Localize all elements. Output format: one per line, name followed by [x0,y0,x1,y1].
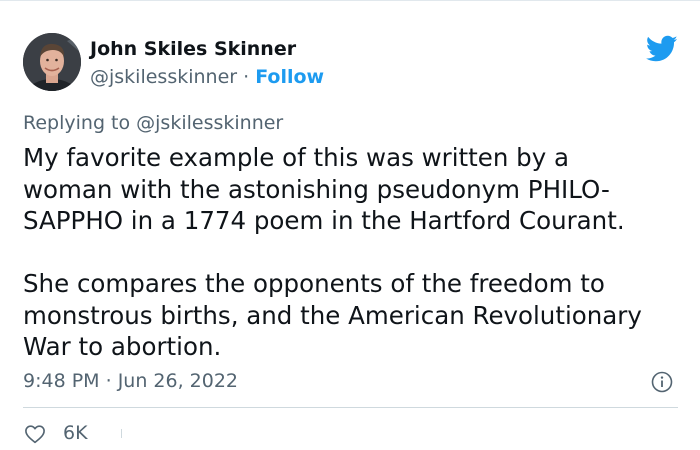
replying-to-handle[interactable]: @jskilesskinner [136,112,283,134]
author-name[interactable]: John Skiles Skinner [90,38,296,60]
handle-separator: · [237,66,256,88]
tweet-time: 9:48 PM [23,370,100,392]
tweet-date: Jun 26, 2022 [117,370,239,392]
tweet-line: She compares the opponents of the freedo… [23,269,605,298]
tweet-line: woman with the astonishing pseudonym PHI… [23,174,610,204]
divider [23,407,678,408]
avatar[interactable] [23,33,81,91]
tweet-timestamp[interactable]: 9:48 PM · Jun 26, 2022 [23,370,238,392]
heart-icon[interactable] [24,424,46,444]
tweet-line: monstrous births, and the American Revol… [23,300,642,330]
tweet-line: My favorite example of this was written … [23,143,570,172]
author-handle[interactable]: @jskilesskinner [90,66,237,88]
tweet-card: John Skiles Skinner @jskilesskinner · Fo… [0,0,700,450]
tweet-line: SAPPHO in a 1774 poem in the Hartford Co… [23,206,625,235]
action-separator [121,429,122,438]
info-icon[interactable] [651,371,673,393]
author-handle-line: @jskilesskinner · Follow [90,66,324,88]
twitter-bird-icon[interactable] [646,35,678,63]
replying-to: Replying to @jskilesskinner [23,112,283,134]
avatar-image [23,33,81,91]
like-count[interactable]: 6K [63,422,88,444]
follow-button[interactable]: Follow [255,66,324,88]
tweet-line: War to abortion. [23,332,222,361]
tweet-text: My favorite example of this was written … [23,142,688,363]
timestamp-separator: · [99,370,118,392]
replying-to-prefix: Replying to [23,112,137,134]
